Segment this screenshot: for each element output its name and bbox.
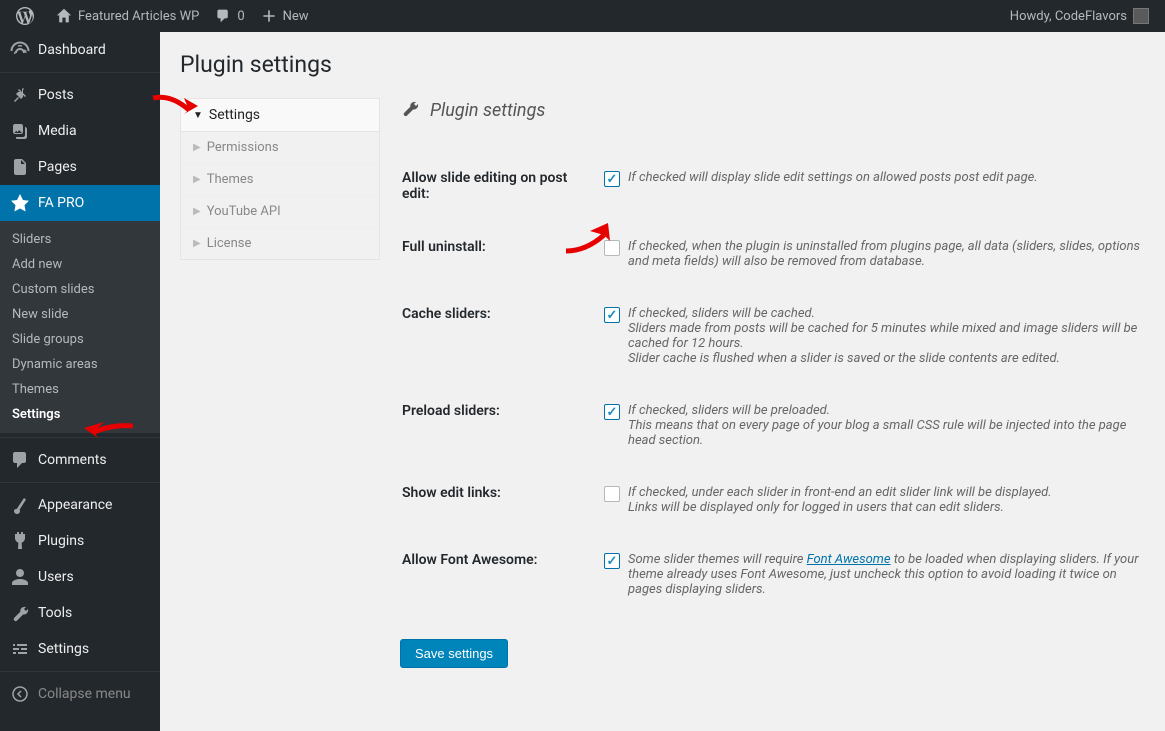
submenu-settings[interactable]: Settings	[0, 402, 160, 427]
menu-dashboard[interactable]: Dashboard	[0, 32, 160, 68]
plug-icon	[10, 531, 30, 551]
pin-icon	[10, 85, 30, 105]
menu-plugins[interactable]: Plugins	[0, 523, 160, 559]
submenu-custom-slides[interactable]: Custom slides	[0, 277, 160, 302]
new-label: New	[283, 9, 309, 24]
admin-bar: Featured Articles WP 0 New Howdy, CodeFl…	[0, 0, 1165, 32]
desc-show-edit-links-2: Links will be displayed only for logged …	[628, 500, 1004, 515]
submenu-themes[interactable]: Themes	[0, 377, 160, 402]
menu-users[interactable]: Users	[0, 559, 160, 595]
desc-show-edit-links-1: If checked, under each slider in front-e…	[628, 485, 1052, 500]
wordpress-icon	[16, 7, 34, 25]
comments-link[interactable]: 0	[207, 0, 252, 32]
wrench-icon	[400, 98, 420, 123]
caret-down-icon: ▼	[193, 110, 203, 121]
menu-posts[interactable]: Posts	[0, 72, 160, 113]
howdy-text: Howdy, CodeFlavors	[1010, 9, 1127, 24]
star-icon	[10, 193, 30, 213]
desc-cache-sliders-1: If checked, sliders will be cached.	[628, 306, 815, 321]
desc-preload-sliders-2: This means that on every page of your bl…	[628, 418, 1126, 448]
menu-settings[interactable]: Settings	[0, 631, 160, 667]
site-name-link[interactable]: Featured Articles WP	[48, 0, 207, 32]
menu-comments[interactable]: Comments	[0, 437, 160, 478]
media-icon	[10, 121, 30, 141]
label-preload-sliders: Preload sliders:	[402, 388, 602, 468]
menu-media[interactable]: Media	[0, 113, 160, 149]
settings-tabs: ▼ Settings ▶ Permissions ▶ Themes ▶ YouT…	[180, 98, 380, 668]
submenu-add-new[interactable]: Add new	[0, 252, 160, 277]
tab-youtube-api[interactable]: ▶ YouTube API	[181, 196, 379, 228]
desc-cache-sliders-2: Sliders made from posts will be cached f…	[628, 321, 1137, 351]
comment-icon	[215, 8, 231, 24]
user-icon	[10, 567, 30, 587]
tab-settings[interactable]: ▼ Settings	[180, 98, 380, 132]
page-title: Plugin settings	[180, 42, 1145, 98]
menu-tools[interactable]: Tools	[0, 595, 160, 631]
label-full-uninstall: Full uninstall:	[402, 224, 602, 289]
caret-right-icon: ▶	[193, 238, 201, 249]
label-allow-slide-edit: Allow slide editing on post edit:	[402, 155, 602, 222]
tab-permissions[interactable]: ▶ Permissions	[181, 132, 379, 164]
caret-right-icon: ▶	[193, 206, 201, 217]
label-allow-font-awesome: Allow Font Awesome:	[402, 537, 602, 617]
section-heading: Plugin settings	[400, 98, 1145, 123]
home-icon	[56, 8, 72, 24]
page-icon	[10, 157, 30, 177]
label-show-edit-links: Show edit links:	[402, 470, 602, 535]
collapse-icon	[10, 684, 30, 704]
comment-icon	[10, 450, 30, 470]
desc-allow-font-awesome: Some slider themes will require Font Awe…	[628, 552, 1143, 597]
label-cache-sliders: Cache sliders:	[402, 291, 602, 386]
caret-right-icon: ▶	[193, 174, 201, 185]
submenu-sliders[interactable]: Sliders	[0, 227, 160, 252]
new-content-link[interactable]: New	[253, 0, 317, 32]
fa-pro-submenu: Sliders Add new Custom slides New slide …	[0, 221, 160, 433]
font-awesome-link[interactable]: Font Awesome	[807, 552, 891, 567]
caret-right-icon: ▶	[193, 142, 201, 153]
menu-fa-pro[interactable]: FA PRO	[0, 185, 160, 221]
content-area: Plugin settings ▼ Settings ▶ Permissions…	[160, 0, 1165, 708]
tab-themes[interactable]: ▶ Themes	[181, 164, 379, 196]
desc-full-uninstall: If checked, when the plugin is uninstall…	[628, 239, 1143, 269]
save-settings-button[interactable]: Save settings	[400, 639, 508, 668]
menu-collapse[interactable]: Collapse menu	[0, 671, 160, 712]
wp-logo[interactable]	[8, 0, 48, 32]
desc-preload-sliders-1: If checked, sliders will be preloaded.	[628, 403, 830, 418]
dashboard-icon	[10, 40, 30, 60]
desc-cache-sliders-3: Slider cache is flushed when a slider is…	[628, 351, 1060, 366]
site-name: Featured Articles WP	[78, 9, 199, 24]
desc-allow-slide-edit: If checked will display slide edit setti…	[628, 170, 1038, 185]
menu-pages[interactable]: Pages	[0, 149, 160, 185]
admin-menu: Dashboard Posts Media Pages FA PRO Slide…	[0, 32, 160, 731]
wrench-icon	[10, 603, 30, 623]
sliders-icon	[10, 639, 30, 659]
submenu-new-slide[interactable]: New slide	[0, 302, 160, 327]
menu-appearance[interactable]: Appearance	[0, 482, 160, 523]
plus-icon	[261, 8, 277, 24]
comments-count: 0	[237, 9, 244, 24]
submenu-dynamic-areas[interactable]: Dynamic areas	[0, 352, 160, 377]
brush-icon	[10, 495, 30, 515]
account-link[interactable]: Howdy, CodeFlavors	[1002, 0, 1157, 32]
settings-form: Plugin settings Allow slide editing on p…	[400, 98, 1145, 668]
avatar-icon	[1133, 8, 1149, 24]
submenu-slide-groups[interactable]: Slide groups	[0, 327, 160, 352]
tab-license[interactable]: ▶ License	[181, 228, 379, 259]
